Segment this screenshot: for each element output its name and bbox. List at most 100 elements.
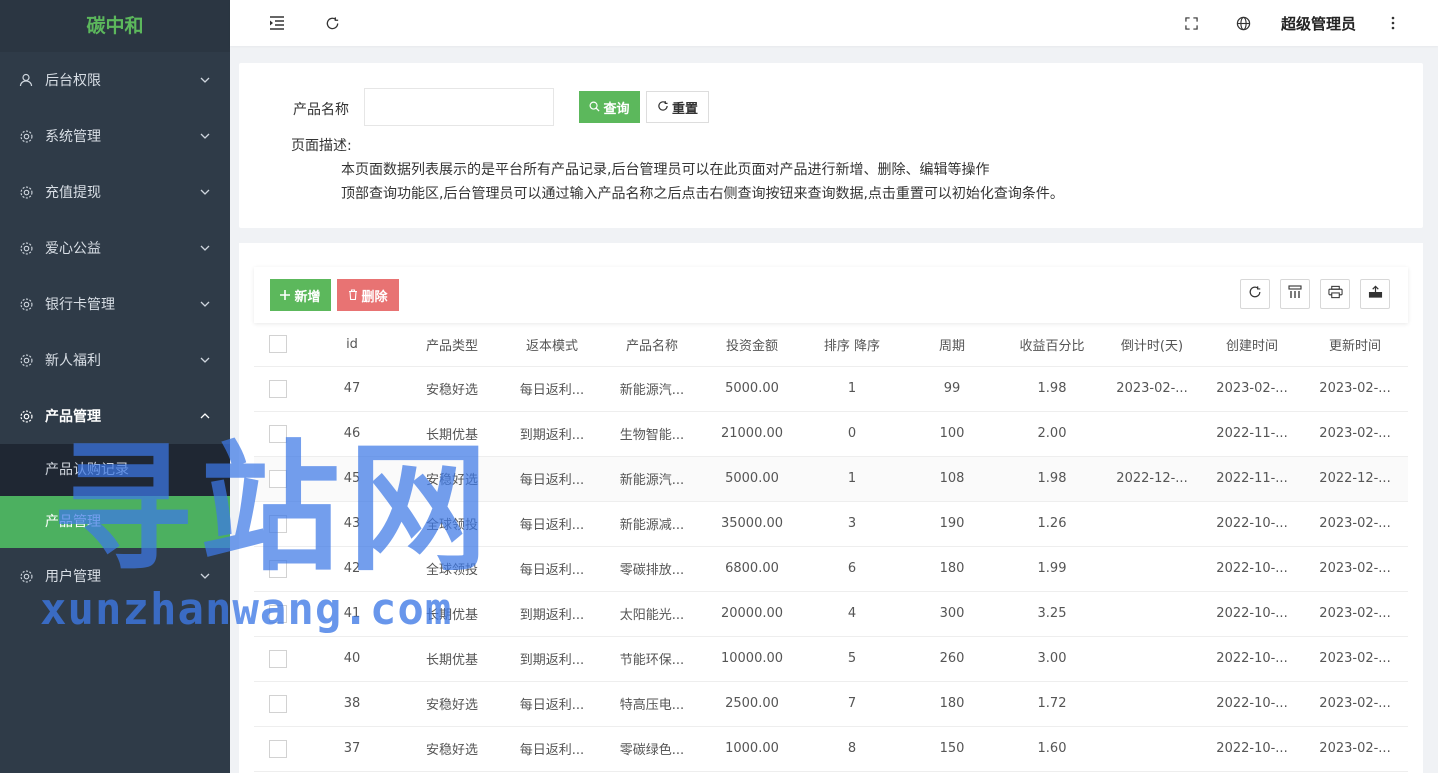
table-cell: 到期返利... (502, 591, 602, 637)
refresh-icon[interactable] (317, 8, 347, 38)
column-header[interactable]: 产品类型 (402, 323, 502, 367)
column-header[interactable]: 更新时间 (1302, 323, 1408, 367)
export-button[interactable] (1360, 279, 1390, 309)
sidebar-item-label: 系统管理 (45, 129, 101, 145)
row-select-cell (254, 411, 302, 457)
table-cell: 42 (302, 546, 402, 592)
sidebar-item-backend-permissions[interactable]: 后台权限 (0, 52, 230, 108)
table-cell: 99 (902, 366, 1002, 412)
table-cell (1102, 591, 1202, 637)
table-row[interactable]: 47 安稳好选 每日返利... 新能源汽... 5000.00 1 99 1.98 2023-0… (254, 366, 1408, 412)
table-cell: 1000.00 (702, 726, 802, 772)
fullscreen-icon[interactable] (1177, 8, 1207, 38)
column-header[interactable]: 返本模式 (502, 323, 602, 367)
table-cell (1102, 726, 1202, 772)
table-cell: 特高压电... (602, 681, 702, 727)
table-row[interactable]: 42 全球领投 每日返利... 零碳排放... 6800.00 6 180 1.99 2022-… (254, 546, 1408, 592)
table-cell: 300 (902, 591, 1002, 637)
chevron-down-icon (198, 129, 212, 143)
table-cell: 太阳能光... (602, 591, 702, 637)
columns-toggle-button[interactable] (1280, 279, 1310, 309)
refresh-icon (657, 100, 669, 115)
column-header[interactable]: 投资金额 (702, 323, 802, 367)
chevron-down-icon (198, 353, 212, 367)
table-row[interactable]: 45 安稳好选 每日返利... 新能源汽... 5000.00 1 108 1.98 2022-… (254, 456, 1408, 502)
table-row[interactable]: 43 全球领投 每日返利... 新能源减... 35000.00 3 190 1.26 2022… (254, 501, 1408, 547)
table-cell: 2023-02-... (1102, 366, 1202, 412)
table-cell: 到期返利... (502, 411, 602, 457)
table-row[interactable]: 46 长期优基 到期返利... 生物智能... 21000.00 0 100 2.00 2022… (254, 411, 1408, 457)
table-row[interactable]: 38 安稳好选 每日返利... 特高压电... 2500.00 7 180 1.72 2022-… (254, 681, 1408, 727)
print-button[interactable] (1320, 279, 1350, 309)
sidebar-subitem-product-subscriptions[interactable]: 产品认购记录 (0, 444, 230, 496)
add-button[interactable]: 新增 (270, 279, 331, 311)
query-button[interactable]: 查询 (579, 91, 640, 123)
row-checkbox[interactable] (269, 379, 287, 398)
sidebar-item-newcomer-benefits[interactable]: 新人福利 (0, 332, 230, 388)
sidebar-subitem-product-management[interactable]: 产品管理 (0, 496, 230, 548)
row-checkbox[interactable] (269, 739, 287, 758)
table-cell: 3 (802, 501, 902, 547)
table-cell: 6 (802, 546, 902, 592)
table-cell: 2023-02-... (1302, 366, 1408, 412)
column-header[interactable]: 周期 (902, 323, 1002, 367)
column-header[interactable]: id (302, 323, 402, 367)
table-cell: 7 (802, 681, 902, 727)
gear-icon (18, 352, 34, 368)
table-cell: 1.98 (1002, 456, 1102, 502)
table-cell: 2023-02-... (1202, 366, 1302, 412)
sidebar-item-recharge[interactable]: 充值提现 (0, 164, 230, 220)
sidebar-item-charity[interactable]: 爱心公益 (0, 220, 230, 276)
sidebar-item-product-management[interactable]: 产品管理 (0, 388, 230, 444)
select-all-checkbox[interactable] (269, 335, 287, 354)
export-icon (1368, 285, 1383, 303)
sidebar-item-label: 产品管理 (45, 409, 101, 425)
table-refresh-button[interactable] (1240, 279, 1270, 309)
table-cell: 到期返利... (502, 636, 602, 682)
table-row[interactable]: 41 长期优基 到期返利... 太阳能光... 20000.00 4 300 3.25 2022… (254, 591, 1408, 637)
table-cell: 2022-12-... (1102, 456, 1202, 502)
sidebar-item-label: 爱心公益 (45, 241, 101, 257)
sidebar-item-label: 用户管理 (45, 569, 101, 585)
table-cell: 5 (802, 636, 902, 682)
table-row[interactable]: 40 长期优基 到期返利... 节能环保... 10000.00 5 260 3.00 2022… (254, 636, 1408, 682)
column-header[interactable]: 倒计时(天) (1102, 323, 1202, 367)
delete-button[interactable]: 删除 (337, 279, 399, 311)
sidebar-item-user-management[interactable]: 用户管理 (0, 548, 230, 604)
row-checkbox[interactable] (269, 649, 287, 668)
columns-icon (1288, 285, 1302, 303)
row-checkbox[interactable] (269, 694, 287, 713)
sidebar: 碳中和 后台权限 系统管理 充值提现 爱心公益 银行卡管理 新人福利 产品管理 … (0, 0, 230, 773)
globe-icon[interactable] (1229, 8, 1259, 38)
more-vertical-icon[interactable] (1378, 8, 1408, 38)
table-cell: 6800.00 (702, 546, 802, 592)
table-cell: 260 (902, 636, 1002, 682)
table-cell: 38 (302, 681, 402, 727)
description-line-2: 顶部查询功能区,后台管理员可以通过输入产品名称之后点击右侧查询按钮来查询数据,点… (341, 186, 1064, 202)
search-icon (589, 100, 601, 115)
table-row[interactable]: 37 安稳好选 每日返利... 零碳绿色... 1000.00 8 150 1.60 2022-… (254, 726, 1408, 772)
column-header-sort[interactable]: 排序 降序 (802, 323, 902, 367)
table-panel: 新增 删除 id 产品类型 返本模式 产品名称 投资金额 排序 降序 周期 收益… (239, 243, 1423, 773)
row-checkbox[interactable] (269, 514, 287, 533)
table-cell: 3.25 (1002, 591, 1102, 637)
product-name-input[interactable] (364, 88, 554, 126)
menu-fold-icon[interactable] (262, 8, 292, 38)
table-cell: 2022-10-... (1202, 591, 1302, 637)
row-checkbox[interactable] (269, 604, 287, 623)
user-menu[interactable]: 超级管理员 (1281, 13, 1356, 34)
reset-button[interactable]: 重置 (646, 91, 709, 123)
row-checkbox[interactable] (269, 559, 287, 578)
column-header[interactable]: 产品名称 (602, 323, 702, 367)
gear-icon (18, 240, 34, 256)
table-cell: 2.00 (1002, 411, 1102, 457)
gear-icon (18, 408, 34, 424)
column-header[interactable]: 收益百分比 (1002, 323, 1102, 367)
column-header[interactable]: 创建时间 (1202, 323, 1302, 367)
sidebar-item-system[interactable]: 系统管理 (0, 108, 230, 164)
row-checkbox[interactable] (269, 424, 287, 443)
table-cell: 2023-02-... (1302, 501, 1408, 547)
table-cell: 47 (302, 366, 402, 412)
sidebar-item-bank-card[interactable]: 银行卡管理 (0, 276, 230, 332)
row-checkbox[interactable] (269, 469, 287, 488)
